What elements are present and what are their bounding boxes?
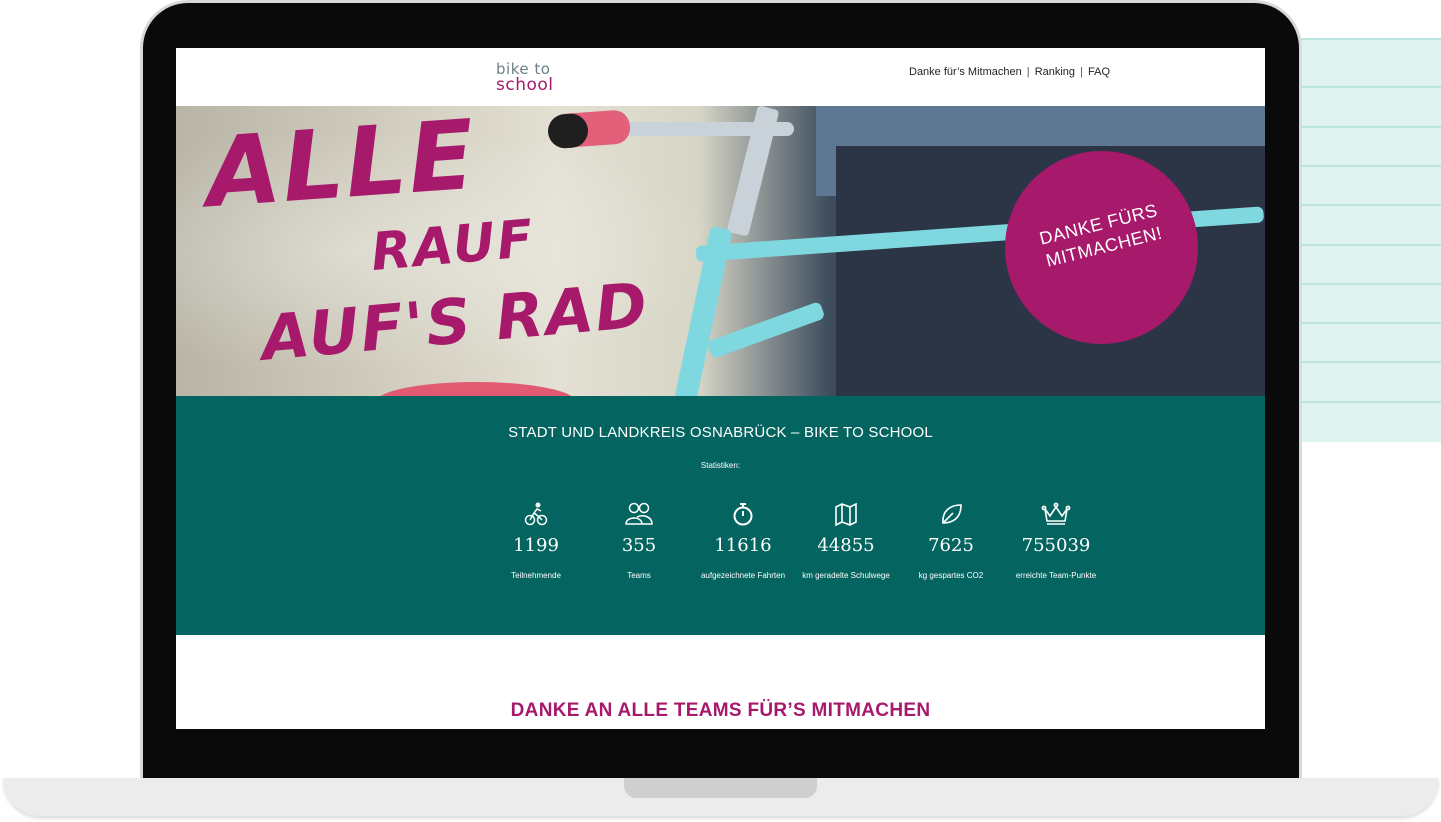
section-heading-thanks: DANKE AN ALLE TEAMS FÜR’S MITMACHEN (510, 700, 931, 721)
hero-banner: ALLE RAUF AUF'S RAD DANKE FÜRS MITMACHEN… (176, 106, 1265, 396)
nav-link-ranking[interactable]: Ranking (1035, 66, 1075, 78)
stat-value: 1199 (513, 535, 559, 556)
stat-value: 44855 (817, 535, 875, 556)
thanks-badge-text: DANKE FÜRS MITMACHEN! (1037, 200, 1165, 272)
stat-label: Teilnehmende (511, 571, 561, 580)
stat-label: Teams (627, 571, 651, 580)
stat-value: 7625 (928, 535, 974, 556)
cyclist-icon (486, 501, 586, 531)
hero-title-line1: ALLE (202, 106, 480, 230)
leaf-icon (901, 501, 1001, 531)
stat-value: 755039 (1021, 535, 1091, 556)
bike-to-school-logo[interactable]: bike to school (494, 60, 564, 96)
laptop-notch (624, 778, 817, 798)
stat-label: aufgezeichnete Fahrten (700, 571, 786, 580)
stat-value: 355 (621, 535, 657, 556)
nav-separator: | (1080, 66, 1083, 78)
nav-link-danke[interactable]: Danke für’s Mitmachen (909, 66, 1022, 78)
team-icon (589, 501, 689, 531)
map-icon (796, 501, 896, 531)
thanks-badge: DANKE FÜRS MITMACHEN! (1005, 151, 1198, 344)
stat-label: erreichte Team-Punkte (1015, 571, 1097, 580)
hero-title-line2: RAUF (368, 208, 538, 284)
statistics-band: STADT UND LANDKREIS OSNABRÜCK – BIKE TO … (176, 396, 1265, 635)
crown-icon (1006, 501, 1106, 531)
stat-km: 44855 km geradelte Schulwege (796, 501, 896, 583)
site-header: bike to school Danke für’s Mitmachen | R… (176, 48, 1265, 106)
nav-link-faq[interactable]: FAQ (1088, 66, 1110, 78)
stat-label: km geradelte Schulwege (802, 571, 890, 580)
stat-label: kg gespartes CO2 (918, 571, 984, 580)
laptop-mockup-stage: bike to school Danke für’s Mitmachen | R… (0, 0, 1441, 822)
main-nav: Danke für’s Mitmachen | Ranking | FAQ (909, 66, 1110, 78)
stat-rides: 11616 aufgezeichnete Fahrten (693, 501, 793, 583)
stat-value: 11616 (714, 535, 772, 556)
stat-co2: 7625 kg gespartes CO2 (901, 501, 1001, 583)
nav-separator: | (1026, 66, 1030, 78)
stat-participants: 1199 Teilnehmende (486, 501, 586, 583)
laptop-screen: bike to school Danke für’s Mitmachen | R… (176, 48, 1265, 729)
stat-points: 755039 erreichte Team-Punkte (1006, 501, 1106, 583)
stats-subtitle: Statistiken: (700, 461, 741, 470)
stopwatch-icon (693, 501, 793, 531)
stat-teams: 355 Teams (589, 501, 689, 583)
background-striped-panel (1300, 38, 1441, 442)
logo-text-bottom: school (496, 75, 554, 95)
stats-title: STADT UND LANDKREIS OSNABRÜCK – BIKE TO … (508, 424, 933, 441)
bike-handlebar (624, 122, 794, 136)
